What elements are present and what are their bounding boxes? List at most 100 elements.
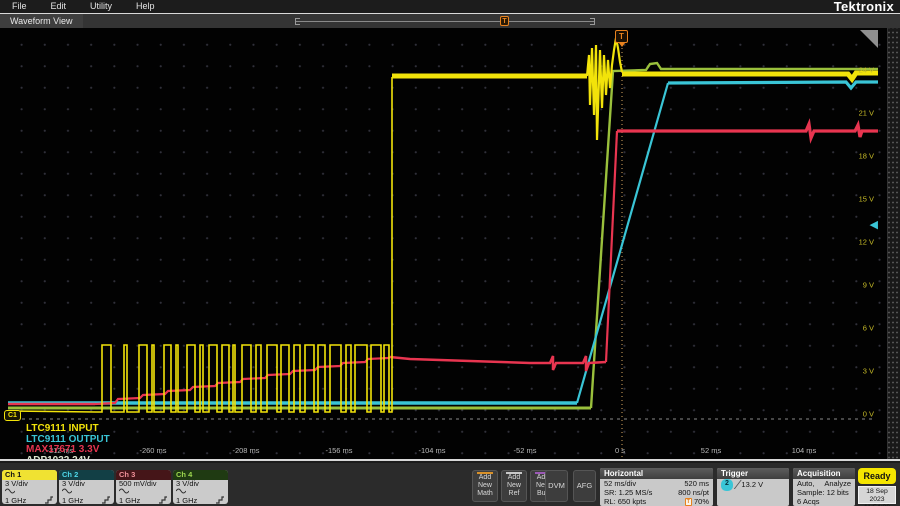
datetime-display: 18 Sep 2023 11:54:00 AM [858,486,896,504]
coupling-icon [62,488,72,496]
acquisition-sample: Sample: 12 bits [797,488,849,497]
horizontal-row-3: RL: 650 kpts T70% [600,497,713,506]
x-tick-5: -52 ms [514,446,537,455]
acquisition-analyze[interactable]: Analyze [824,479,851,488]
trace-ch2-top [668,82,878,88]
waveform-display[interactable]: T ◀ C1 -312 ms-260 ms-208 ms-156 ms-104 … [0,28,900,461]
trace-ch1-top-right [622,73,878,79]
bandwidth-value: 1 GHz [176,497,197,504]
slider-right-bracket[interactable] [590,18,595,25]
y-tick-5: 9 V [863,281,874,290]
channel-badge-3[interactable]: Ch 3500 mV/div1 GHz [116,470,171,504]
menu-file[interactable]: File [0,0,39,13]
oscilloscope-app: File Edit Utility Help Tektronix Wavefor… [0,0,900,506]
channel-coupling-row-2 [59,488,114,496]
x-tick-4: -104 ms [418,446,445,455]
x-tick-1: -260 ms [139,446,166,455]
channel-badge-4[interactable]: Ch 43 V/div1 GHz [173,470,228,504]
trigger-position-icon: T [685,498,692,506]
bandwidth-value: 1 GHz [5,497,26,504]
slider-track[interactable] [295,21,595,22]
add-new-ref-button[interactable]: AddNewRef [501,470,527,502]
bandwidth-limit-icon [101,496,111,504]
trigger-level-arrow-icon[interactable]: ◀ [870,220,878,231]
channel-label-4: ADP1032 24V [26,455,90,461]
channel-label-3: MAX17671 3.3V [26,444,99,455]
add-new-math-button[interactable]: AddNewMath [472,470,498,502]
waveform-traces [0,28,900,461]
trace-ch3-mid [390,356,606,371]
channel-badge-2[interactable]: Ch 23 V/div1 GHz [59,470,114,504]
x-tick-8: 104 ms [792,446,817,455]
menu-edit[interactable]: Edit [39,0,79,13]
acquisition-panel[interactable]: Acquisition Auto, Analyze Sample: 12 bit… [793,468,855,506]
x-tick-3: -156 ms [325,446,352,455]
pan-zoom-slider[interactable]: T [295,18,595,26]
trigger-panel-title: Trigger [717,468,789,479]
date-text: 18 Sep 2023 [859,488,895,504]
x-tick-2: -208 ms [232,446,259,455]
horizontal-row-2: SR: 1.25 MS/s 800 ns/pt [600,488,713,497]
y-tick-2: 18 V [859,152,874,161]
ch1-ground-marker[interactable]: C1 [4,410,21,421]
acquisition-mode: Auto, [797,479,815,488]
vertical-scrollbar[interactable] [887,28,900,461]
horizontal-panel[interactable]: Horizontal 52 ms/div 520 ms SR: 1.25 MS/s 8… [600,468,713,506]
channel-badge-1[interactable]: Ch 13 V/div1 GHz [2,470,57,504]
horizontal-row-left: SR: 1.25 MS/s [604,488,652,497]
channel-scale-3: 500 mV/div [116,480,171,488]
horizontal-row-left: 52 ms/div [604,479,636,488]
horizontal-row-right: T70% [685,497,709,506]
trigger-source-badge: 2 [721,479,733,491]
menu-bar: File Edit Utility Help Tektronix [0,0,900,13]
horizontal-panel-title: Horizontal [600,468,713,479]
trigger-slope-icon: ╱ [733,479,742,491]
menu-utility[interactable]: Utility [78,0,124,13]
channel-coupling-row-1 [2,488,57,496]
channel-scale-2: 3 V/div [59,480,114,488]
slider-left-bracket[interactable] [295,18,300,25]
horizontal-row-left: RL: 650 kpts [604,497,646,506]
bottom-control-bar: Ch 13 V/div1 GHzCh 23 V/div1 GHzCh 3500 … [0,463,900,506]
channel-label-1: LTC9111 INPUT [26,423,99,434]
horizontal-row-right: 800 ns/pt [678,488,709,497]
trigger-panel[interactable]: Trigger 2 ╱ 13.2 V [717,468,789,506]
slider-trigger-marker[interactable]: T [500,16,509,26]
bandwidth-value: 1 GHz [62,497,83,504]
y-tick-1: 21 V [859,109,874,118]
horizontal-row-right: 520 ms [684,479,709,488]
menu-help[interactable]: Help [124,0,167,13]
trace-ch1-burst [587,38,622,140]
channel-bandwidth-2: 1 GHz [59,496,114,504]
y-tick-4: 12 V [859,238,874,247]
channel-scale-1: 3 V/div [2,480,57,488]
channel-bandwidth-1: 1 GHz [2,496,57,504]
coupling-icon [176,488,186,496]
x-tick-6: 0 s [615,446,625,455]
tab-bar: Waveform View T [0,13,900,28]
trigger-level-value: 13.2 V [741,479,763,491]
y-tick-7: 3 V [863,367,874,376]
tab-waveform-view[interactable]: Waveform View [0,14,83,29]
afg-button[interactable]: AFG [573,470,596,502]
y-tick-6: 6 V [863,324,874,333]
acquisition-count: 6 Acqs [797,497,820,506]
dvm-button[interactable]: DVM [545,470,568,502]
zoom-corner-handle[interactable] [860,30,878,48]
channel-label-2: LTC9111 OUTPUT [26,434,110,445]
coupling-icon [119,488,129,496]
channel-coupling-row-4 [173,488,228,496]
coupling-icon [5,488,15,496]
channel-bandwidth-3: 1 GHz [116,496,171,504]
bandwidth-limit-icon [158,496,168,504]
ready-status-badge[interactable]: Ready [858,468,896,484]
trigger-position-flag[interactable]: T [615,30,628,43]
y-tick-0: 24 V [859,66,874,75]
tektronix-logo: Tektronix [834,0,894,13]
trace-ch1-pulse-train [8,77,392,412]
bandwidth-limit-icon [44,496,54,504]
channel-coupling-row-3 [116,488,171,496]
bandwidth-limit-icon [215,496,225,504]
channel-bandwidth-4: 1 GHz [173,496,228,504]
y-tick-8: 0 V [863,410,874,419]
